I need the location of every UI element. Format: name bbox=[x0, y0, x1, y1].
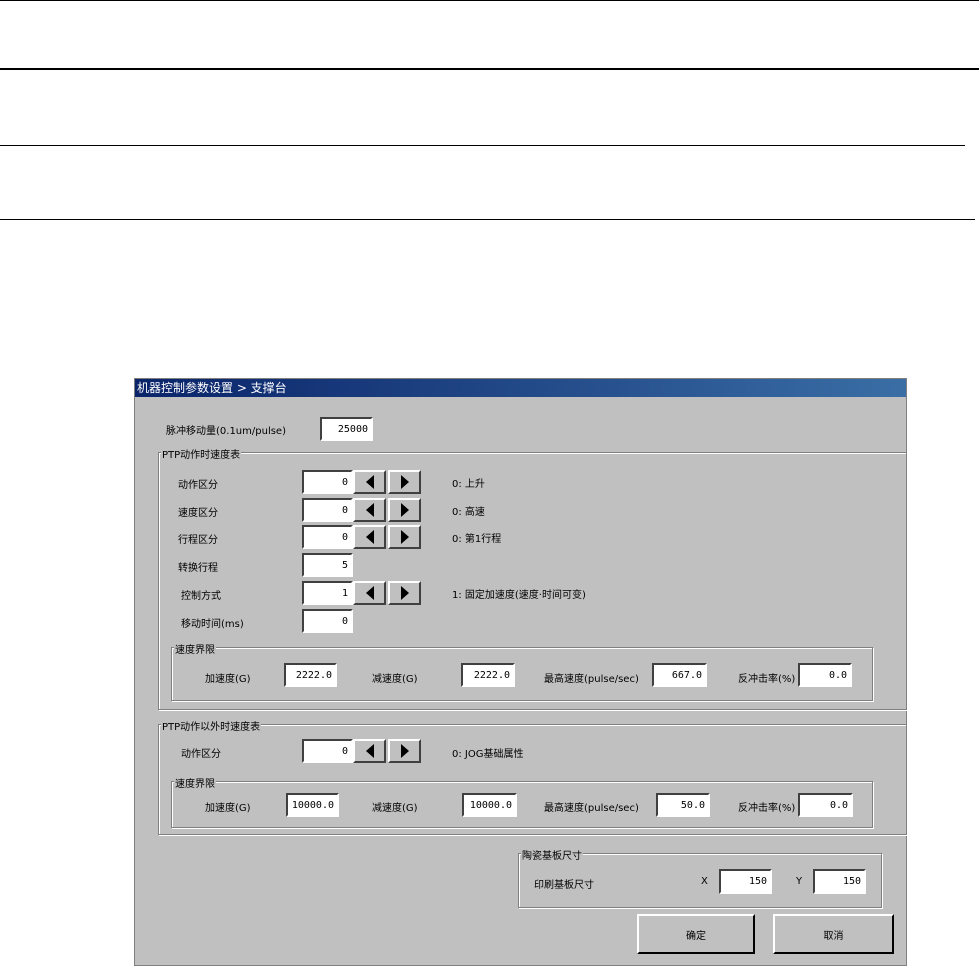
nonptp-action-desc: 0: JOG基础属性 bbox=[452, 749, 524, 760]
nonptp-accel-input[interactable]: 10000.0 bbox=[286, 793, 339, 817]
ptp-row-next-button[interactable] bbox=[388, 498, 421, 522]
left-arrow-icon bbox=[365, 586, 374, 600]
pulse-input[interactable]: 25000 bbox=[320, 417, 373, 441]
ptp-row-input[interactable]: 0 bbox=[302, 525, 353, 549]
ptp-limits-title: 速度界限 bbox=[174, 641, 216, 656]
nonptp-maxspeed-label: 最高速度(pulse/sec) bbox=[544, 803, 639, 814]
ptp-accel-label: 加速度(G) bbox=[205, 674, 251, 685]
ptp-group-title: PTP动作时速度表 bbox=[161, 446, 242, 461]
nonptp-action-input[interactable]: 0 bbox=[302, 739, 353, 763]
ptp-maxspeed-label: 最高速度(pulse/sec) bbox=[544, 674, 639, 685]
nonptp-accel-label: 加速度(G) bbox=[205, 803, 251, 814]
x-label: X bbox=[701, 876, 708, 887]
nonptp-prev-button[interactable] bbox=[353, 739, 386, 763]
ptp-row-desc: 0: 第1行程 bbox=[452, 534, 502, 545]
ptp-maxspeed-input[interactable]: 667.0 bbox=[652, 663, 707, 687]
left-arrow-icon bbox=[365, 475, 374, 489]
ptp-row-prev-button[interactable] bbox=[353, 581, 386, 605]
nonptp-maxspeed-input[interactable]: 50.0 bbox=[656, 793, 710, 817]
ptp-rebound-label: 反冲击率(%) bbox=[738, 674, 796, 685]
ptp-row-label: 移动时间(ms) bbox=[181, 619, 244, 630]
ptp-row-label: 控制方式 bbox=[181, 591, 221, 602]
ptp-row-label: 动作区分 bbox=[178, 480, 218, 491]
ptp-row-desc: 0: 高速 bbox=[452, 507, 485, 518]
ok-button[interactable]: 确定 bbox=[637, 914, 755, 954]
cancel-button[interactable]: 取消 bbox=[773, 914, 894, 954]
y-label: Y bbox=[796, 876, 803, 887]
substrate-x-input[interactable]: 150 bbox=[719, 869, 772, 894]
ptp-row-label: 行程区分 bbox=[178, 535, 218, 546]
substrate-y-input[interactable]: 150 bbox=[813, 869, 866, 894]
ptp-row-input[interactable]: 5 bbox=[302, 553, 353, 577]
ptp-row-next-button[interactable] bbox=[388, 581, 421, 605]
nonptp-limits-title: 速度界限 bbox=[174, 775, 216, 790]
ptp-row-input[interactable]: 0 bbox=[302, 470, 353, 494]
ptp-row-prev-button[interactable] bbox=[353, 525, 386, 549]
machine-params-dialog: 机器控制参数设置 > 支撑台 脉冲移动量(0.1um/pulse) 25000 … bbox=[134, 378, 907, 966]
nonptp-next-button[interactable] bbox=[388, 739, 421, 763]
table-rule bbox=[0, 219, 975, 220]
ptp-row-prev-button[interactable] bbox=[353, 470, 386, 494]
ptp-accel-input[interactable]: 2222.0 bbox=[284, 663, 337, 687]
right-arrow-icon bbox=[400, 503, 409, 517]
table-rule bbox=[0, 68, 979, 70]
ptp-row-prev-button[interactable] bbox=[353, 498, 386, 522]
left-arrow-icon bbox=[365, 744, 374, 758]
ptp-decel-input[interactable]: 2222.0 bbox=[461, 663, 515, 687]
right-arrow-icon bbox=[400, 586, 409, 600]
ptp-row-next-button[interactable] bbox=[388, 525, 421, 549]
ptp-row-label: 速度区分 bbox=[178, 508, 218, 519]
right-arrow-icon bbox=[400, 475, 409, 489]
ptp-decel-label: 减速度(G) bbox=[372, 674, 418, 685]
ptp-row-desc: 1: 固定加速度(速度·时间可变) bbox=[452, 590, 586, 601]
right-arrow-icon bbox=[400, 744, 409, 758]
ptp-row-input[interactable]: 0 bbox=[302, 609, 353, 633]
nonptp-decel-input[interactable]: 10000.0 bbox=[462, 793, 517, 817]
nonptp-rebound-label: 反冲击率(%) bbox=[738, 803, 796, 814]
ptp-row-input[interactable]: 0 bbox=[302, 498, 353, 522]
nonptp-rebound-input[interactable]: 0.0 bbox=[798, 793, 853, 817]
left-arrow-icon bbox=[365, 503, 374, 517]
substrate-label: 印刷基板尺寸 bbox=[534, 880, 594, 891]
ptp-row-label: 转换行程 bbox=[178, 563, 218, 574]
table-rule bbox=[0, 0, 979, 1]
table-rule bbox=[0, 145, 965, 146]
pulse-label: 脉冲移动量(0.1um/pulse) bbox=[166, 426, 286, 437]
nonptp-group-title: PTP动作以外时速度表 bbox=[161, 718, 262, 733]
substrate-group-title: 陶瓷基板尺寸 bbox=[521, 847, 583, 862]
nonptp-decel-label: 减速度(G) bbox=[372, 803, 418, 814]
ptp-row-input[interactable]: 1 bbox=[302, 581, 353, 605]
ptp-rebound-input[interactable]: 0.0 bbox=[798, 663, 852, 687]
ptp-row-desc: 0: 上升 bbox=[452, 479, 485, 490]
right-arrow-icon bbox=[400, 530, 409, 544]
nonptp-action-label: 动作区分 bbox=[181, 749, 221, 760]
left-arrow-icon bbox=[365, 530, 374, 544]
dialog-title: 机器控制参数设置 > 支撑台 bbox=[135, 379, 906, 397]
ptp-row-next-button[interactable] bbox=[388, 470, 421, 494]
